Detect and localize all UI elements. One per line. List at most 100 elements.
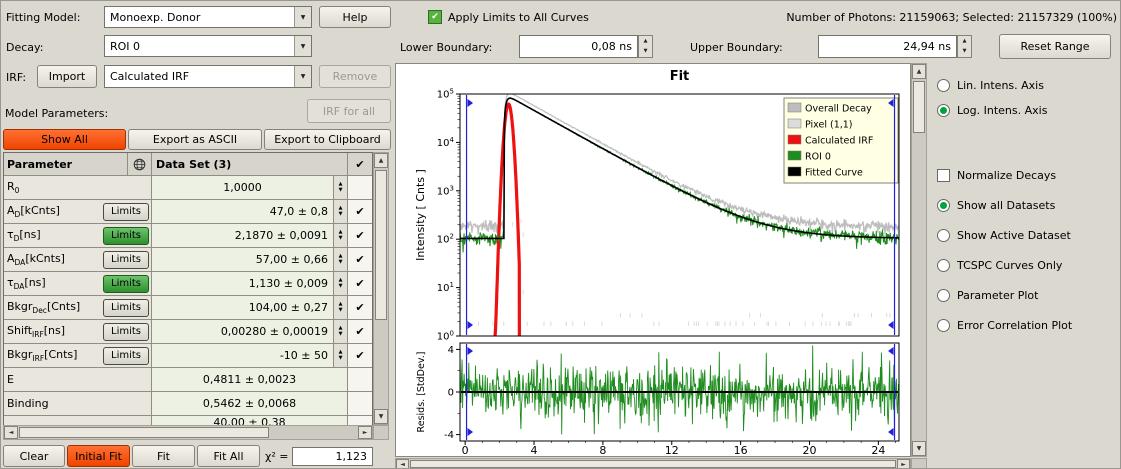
value-spinner[interactable]: ▲▼ xyxy=(334,344,348,367)
radio-icon[interactable] xyxy=(937,319,950,332)
chart-horizontal-scrollbar[interactable]: ◄ ► xyxy=(395,458,911,469)
radio-icon[interactable] xyxy=(937,259,950,272)
table-horizontal-scrollbar[interactable]: ◄ ► xyxy=(3,425,373,440)
fit-parameter-checkbox[interactable]: ✔ xyxy=(348,320,372,343)
radio-icon[interactable] xyxy=(937,229,950,242)
value-spinner[interactable]: ▲▼ xyxy=(334,296,348,319)
spinner-up-icon[interactable]: ▲ xyxy=(958,36,971,47)
parameter-value[interactable]: 40,00 ± 0,38 xyxy=(152,416,348,425)
irf-select[interactable]: Calculated IRF ▼ xyxy=(104,65,312,88)
value-spinner[interactable]: ▲▼ xyxy=(334,272,348,295)
fit-parameter-checkbox[interactable] xyxy=(348,416,372,425)
spinner-down-icon[interactable]: ▼ xyxy=(958,47,971,58)
value-spinner[interactable]: ▲▼ xyxy=(334,176,348,199)
limits-button[interactable]: Limits xyxy=(103,347,149,365)
export-clipboard-button[interactable]: Export to Clipboard xyxy=(264,129,391,150)
decay-select[interactable]: ROI 0 ▼ xyxy=(104,35,312,57)
show-all-button[interactable]: Show All xyxy=(3,129,126,150)
irf-for-all-button[interactable]: IRF for all xyxy=(307,99,391,123)
spinner-down-icon[interactable]: ▼ xyxy=(339,332,343,338)
option-show-all-datasets[interactable]: Show all Datasets xyxy=(937,197,1055,214)
value-spinner[interactable]: ▲▼ xyxy=(334,224,348,247)
lower-boundary-spinner[interactable]: ▲ ▼ xyxy=(638,35,653,58)
scrollbar-thumb[interactable] xyxy=(19,427,269,438)
option-normalize-decays[interactable]: Normalize Decays xyxy=(937,167,1056,184)
clear-button[interactable]: Clear xyxy=(3,445,65,467)
scrollbar-thumb[interactable] xyxy=(410,460,896,468)
limits-button[interactable]: Limits xyxy=(103,251,149,269)
spinner-down-icon[interactable]: ▼ xyxy=(339,260,343,266)
fitting-model-select[interactable]: Monoexp. Donor ▼ xyxy=(104,6,312,28)
option-error-correlation-plot[interactable]: Error Correlation Plot xyxy=(937,317,1072,334)
fit-parameter-checkbox[interactable]: ✔ xyxy=(348,296,372,319)
spinner-down-icon[interactable]: ▼ xyxy=(639,47,652,58)
scrollbar-thumb[interactable] xyxy=(913,81,925,133)
upper-boundary-spinner[interactable]: ▲ ▼ xyxy=(957,35,972,58)
scroll-down-icon[interactable]: ▼ xyxy=(912,441,926,456)
scroll-up-icon[interactable]: ▲ xyxy=(912,64,926,79)
parameter-value[interactable]: 47,0 ± 0,8 xyxy=(152,200,334,223)
fit-parameter-checkbox[interactable]: ✔ xyxy=(348,224,372,247)
fit-chart-panel[interactable]: 1001011021031041050481216202440-4Overall… xyxy=(395,63,911,457)
spinner-down-icon[interactable]: ▼ xyxy=(339,284,343,290)
apply-limits-checkbox[interactable]: ✔ xyxy=(428,10,442,24)
scroll-left-icon[interactable]: ◄ xyxy=(396,459,409,469)
irf-remove-button[interactable]: Remove xyxy=(319,65,391,88)
initial-fit-button[interactable]: Initial Fit xyxy=(67,445,130,467)
option-tcspc-curves-only[interactable]: TCSPC Curves Only xyxy=(937,257,1062,274)
fit-parameter-checkbox[interactable]: ✔ xyxy=(348,344,372,367)
option-show-active-dataset[interactable]: Show Active Dataset xyxy=(937,227,1071,244)
lower-boundary-input[interactable]: 0,08 ns xyxy=(519,35,638,58)
dropdown-arrow-icon[interactable]: ▼ xyxy=(294,66,311,87)
parameter-value[interactable]: 0,5462 ± 0,0068 xyxy=(152,392,348,415)
scroll-right-icon[interactable]: ► xyxy=(358,426,372,439)
dropdown-arrow-icon[interactable]: ▼ xyxy=(294,7,311,27)
value-spinner[interactable]: ▲▼ xyxy=(334,248,348,271)
parameter-value[interactable]: 104,00 ± 0,27 xyxy=(152,296,334,319)
parameter-value[interactable]: 1,130 ± 0,009 xyxy=(152,272,334,295)
spinner-down-icon[interactable]: ▼ xyxy=(339,236,343,242)
reset-range-button[interactable]: Reset Range xyxy=(999,34,1111,59)
option-lin-intens-axis[interactable]: Lin. Intens. Axis xyxy=(937,77,1044,94)
parameter-value[interactable]: 0,4811 ± 0,0023 xyxy=(152,368,348,391)
parameter-value[interactable]: 57,00 ± 0,66 xyxy=(152,248,334,271)
parameter-value[interactable]: 0,00280 ± 0,00019 xyxy=(152,320,334,343)
scroll-left-icon[interactable]: ◄ xyxy=(4,426,18,439)
parameter-value[interactable]: 2,1870 ± 0,0091 xyxy=(152,224,334,247)
limits-button[interactable]: Limits xyxy=(103,227,149,245)
option-log-intens-axis[interactable]: Log. Intens. Axis xyxy=(937,102,1047,119)
fit-parameter-checkbox[interactable] xyxy=(348,392,372,415)
irf-import-button[interactable]: Import xyxy=(37,65,97,88)
fit-chart[interactable]: 1001011021031041050481216202440-4Overall… xyxy=(396,64,910,456)
spinner-down-icon[interactable]: ▼ xyxy=(339,212,343,218)
chart-vertical-scrollbar[interactable]: ▲ ▼ xyxy=(911,63,927,457)
fit-all-button[interactable]: Fit All xyxy=(197,445,260,467)
table-vertical-scrollbar[interactable]: ▲ ▼ xyxy=(373,152,389,425)
value-spinner[interactable]: ▲▼ xyxy=(334,320,348,343)
export-ascii-button[interactable]: Export as ASCII xyxy=(128,129,262,150)
spinner-down-icon[interactable]: ▼ xyxy=(339,188,343,194)
globe-icon[interactable] xyxy=(128,153,152,175)
scroll-right-icon[interactable]: ► xyxy=(897,459,910,469)
option-parameter-plot[interactable]: Parameter Plot xyxy=(937,287,1038,304)
scrollbar-thumb[interactable] xyxy=(375,170,387,320)
spinner-down-icon[interactable]: ▼ xyxy=(339,356,343,362)
value-spinner[interactable]: ▲▼ xyxy=(334,200,348,223)
spinner-up-icon[interactable]: ▲ xyxy=(639,36,652,47)
limits-button[interactable]: Limits xyxy=(103,299,149,317)
fit-parameter-checkbox[interactable]: ✔ xyxy=(348,200,372,223)
upper-boundary-input[interactable]: 24,94 ns xyxy=(818,35,957,58)
radio-icon[interactable] xyxy=(937,79,950,92)
parameter-value[interactable]: -10 ± 50 xyxy=(152,344,334,367)
help-button[interactable]: Help xyxy=(319,6,391,28)
spinner-down-icon[interactable]: ▼ xyxy=(339,308,343,314)
fit-parameter-checkbox[interactable]: ✔ xyxy=(348,248,372,271)
fit-parameter-checkbox[interactable] xyxy=(348,368,372,391)
fit-parameter-checkbox[interactable]: ✔ xyxy=(348,272,372,295)
fit-parameter-checkbox[interactable] xyxy=(348,176,372,199)
checkbox-icon[interactable] xyxy=(937,169,950,182)
limits-button[interactable]: Limits xyxy=(103,203,149,221)
scroll-down-icon[interactable]: ▼ xyxy=(374,409,388,424)
limits-button[interactable]: Limits xyxy=(103,323,149,341)
radio-icon[interactable] xyxy=(937,289,950,302)
